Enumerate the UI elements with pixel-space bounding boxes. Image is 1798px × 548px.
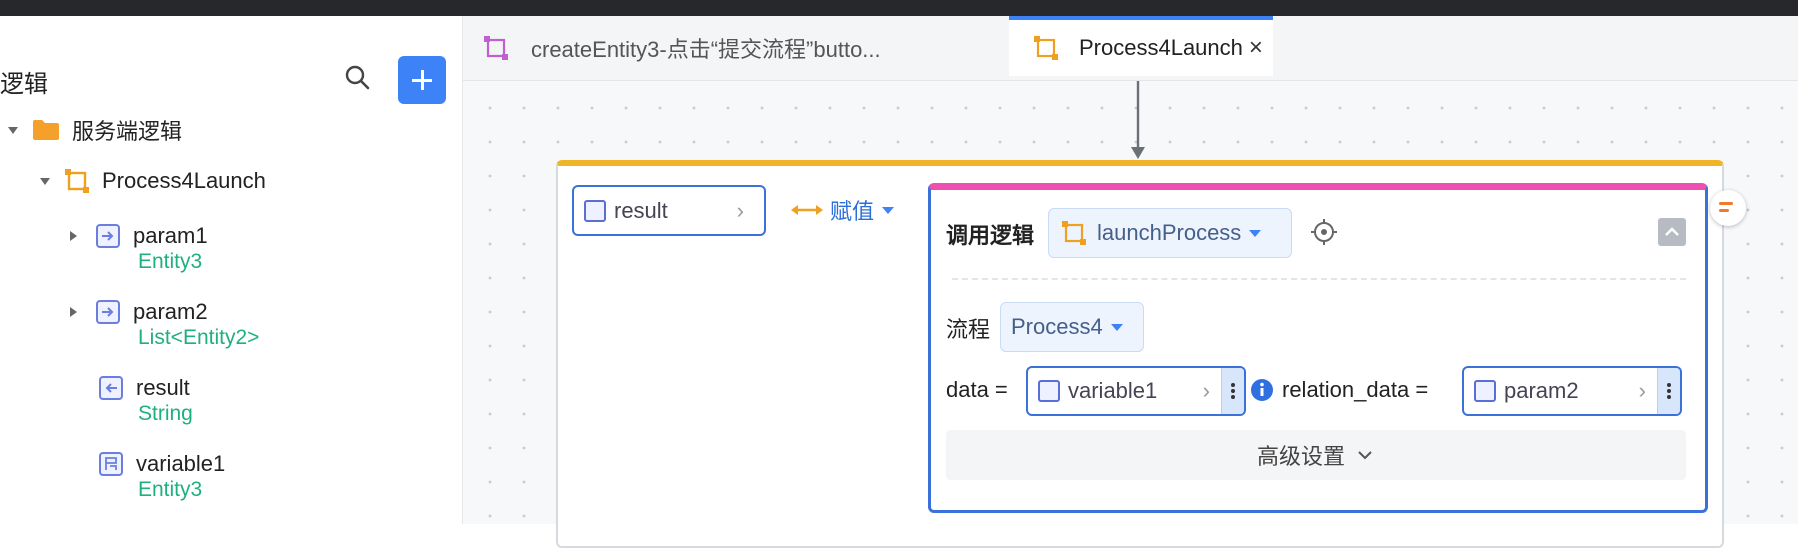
process-label: 流程	[946, 317, 991, 342]
tree-item-process4launch[interactable]: Process4Launch	[40, 168, 266, 194]
tab-create-entity3[interactable]: createEntity3-点击“提交流程”butto...	[483, 16, 1043, 80]
logic-select-value: launchProcess	[1097, 220, 1242, 245]
tree-type: Entity3	[138, 478, 203, 501]
more-options-button[interactable]	[1657, 368, 1680, 414]
chip-label: param2	[1504, 378, 1579, 403]
chevron-down-icon	[882, 206, 895, 214]
tab-process4launch[interactable]: Process4Launch ×	[1009, 16, 1273, 76]
tab-label: createEntity3-点击“提交流程”butto...	[531, 37, 881, 62]
locate-icon[interactable]	[1310, 218, 1338, 246]
process-select[interactable]: Process4	[1000, 302, 1144, 352]
local-variable-icon	[99, 452, 123, 476]
tree-type: String	[138, 402, 193, 425]
input-param-icon	[96, 300, 120, 324]
logic-select[interactable]: launchProcess	[1048, 208, 1292, 258]
divider	[952, 278, 1686, 280]
advanced-settings-label: 高级设置	[1256, 444, 1345, 469]
chevron-down-icon[interactable]	[8, 126, 18, 134]
chevron-right-icon[interactable]	[70, 231, 77, 241]
relation-data-chip[interactable]: param2 ›	[1462, 366, 1682, 416]
output-param-icon	[584, 199, 606, 222]
tab-label: Process4Launch	[1079, 35, 1243, 60]
more-options-button[interactable]	[1221, 368, 1244, 414]
flow-connector-arrow	[1131, 81, 1145, 159]
tree-item-result[interactable]: result	[98, 375, 190, 401]
tree-label: param2	[133, 299, 208, 324]
local-variable-icon	[1038, 380, 1060, 402]
chevron-up-icon	[1665, 227, 1679, 236]
tree-item-param1[interactable]: param1	[70, 223, 208, 249]
close-icon[interactable]: ×	[1249, 34, 1263, 62]
sidebar-title: 逻辑	[0, 71, 48, 98]
chevron-down-icon	[1110, 323, 1123, 331]
advanced-settings-toggle[interactable]: 高级设置	[946, 430, 1686, 480]
tree-label: param1	[133, 223, 208, 248]
chip-label: result	[614, 197, 668, 223]
chevron-right-icon[interactable]: ›	[737, 198, 744, 224]
tree-label: Process4Launch	[102, 168, 266, 193]
assign-label: 赋值	[830, 199, 875, 224]
tree-type: Entity3	[138, 250, 203, 273]
call-logic-title: 调用逻辑	[946, 223, 1035, 248]
logic-icon	[1034, 36, 1058, 60]
block-menu-handle[interactable]	[1710, 190, 1746, 226]
window-top-bar	[0, 0, 1798, 16]
add-logic-button[interactable]	[398, 56, 446, 104]
editor-tab-bar: createEntity3-点击“提交流程”butto... Process4L…	[463, 16, 1798, 81]
tree-label: variable1	[136, 451, 226, 476]
tree-label: result	[136, 375, 190, 400]
chip-label: variable1	[1068, 378, 1158, 403]
search-icon[interactable]	[344, 64, 372, 92]
assign-arrow-icon	[791, 205, 823, 215]
input-param-icon	[96, 224, 120, 248]
chevron-right-icon[interactable]	[70, 307, 77, 317]
output-param-icon	[99, 376, 123, 400]
chevron-down-icon	[1358, 451, 1372, 460]
chevron-right-icon[interactable]: ›	[1203, 378, 1210, 404]
tree-item-server-logic[interactable]: 服务端逻辑	[8, 114, 182, 146]
logic-sidebar: 逻辑 服务端逻辑 Process4Launch param1 Entity3 p…	[0, 16, 463, 524]
folder-icon	[33, 120, 59, 140]
data-arg-label: data =	[946, 377, 1008, 402]
chevron-down-icon[interactable]	[40, 177, 50, 185]
logic-icon	[65, 169, 89, 193]
collapse-button[interactable]	[1658, 218, 1686, 246]
result-variable-chip[interactable]: result ›	[572, 185, 766, 236]
tree-label: 服务端逻辑	[72, 119, 183, 144]
process-select-value: Process4	[1011, 314, 1103, 339]
input-param-icon	[1474, 380, 1496, 402]
info-icon[interactable]	[1250, 378, 1274, 402]
tree-item-param2[interactable]: param2	[70, 299, 208, 325]
assign-operator[interactable]: 赋值	[790, 194, 895, 226]
chevron-right-icon[interactable]: ›	[1639, 378, 1646, 404]
logic-icon	[484, 36, 508, 60]
relation-data-label: relation_data =	[1282, 377, 1429, 402]
tree-item-variable1[interactable]: variable1	[98, 451, 225, 477]
data-arg-chip[interactable]: variable1 ›	[1026, 366, 1246, 416]
chevron-down-icon	[1249, 229, 1262, 237]
logic-icon	[1062, 221, 1086, 245]
tree-type: List<Entity2>	[138, 326, 260, 349]
